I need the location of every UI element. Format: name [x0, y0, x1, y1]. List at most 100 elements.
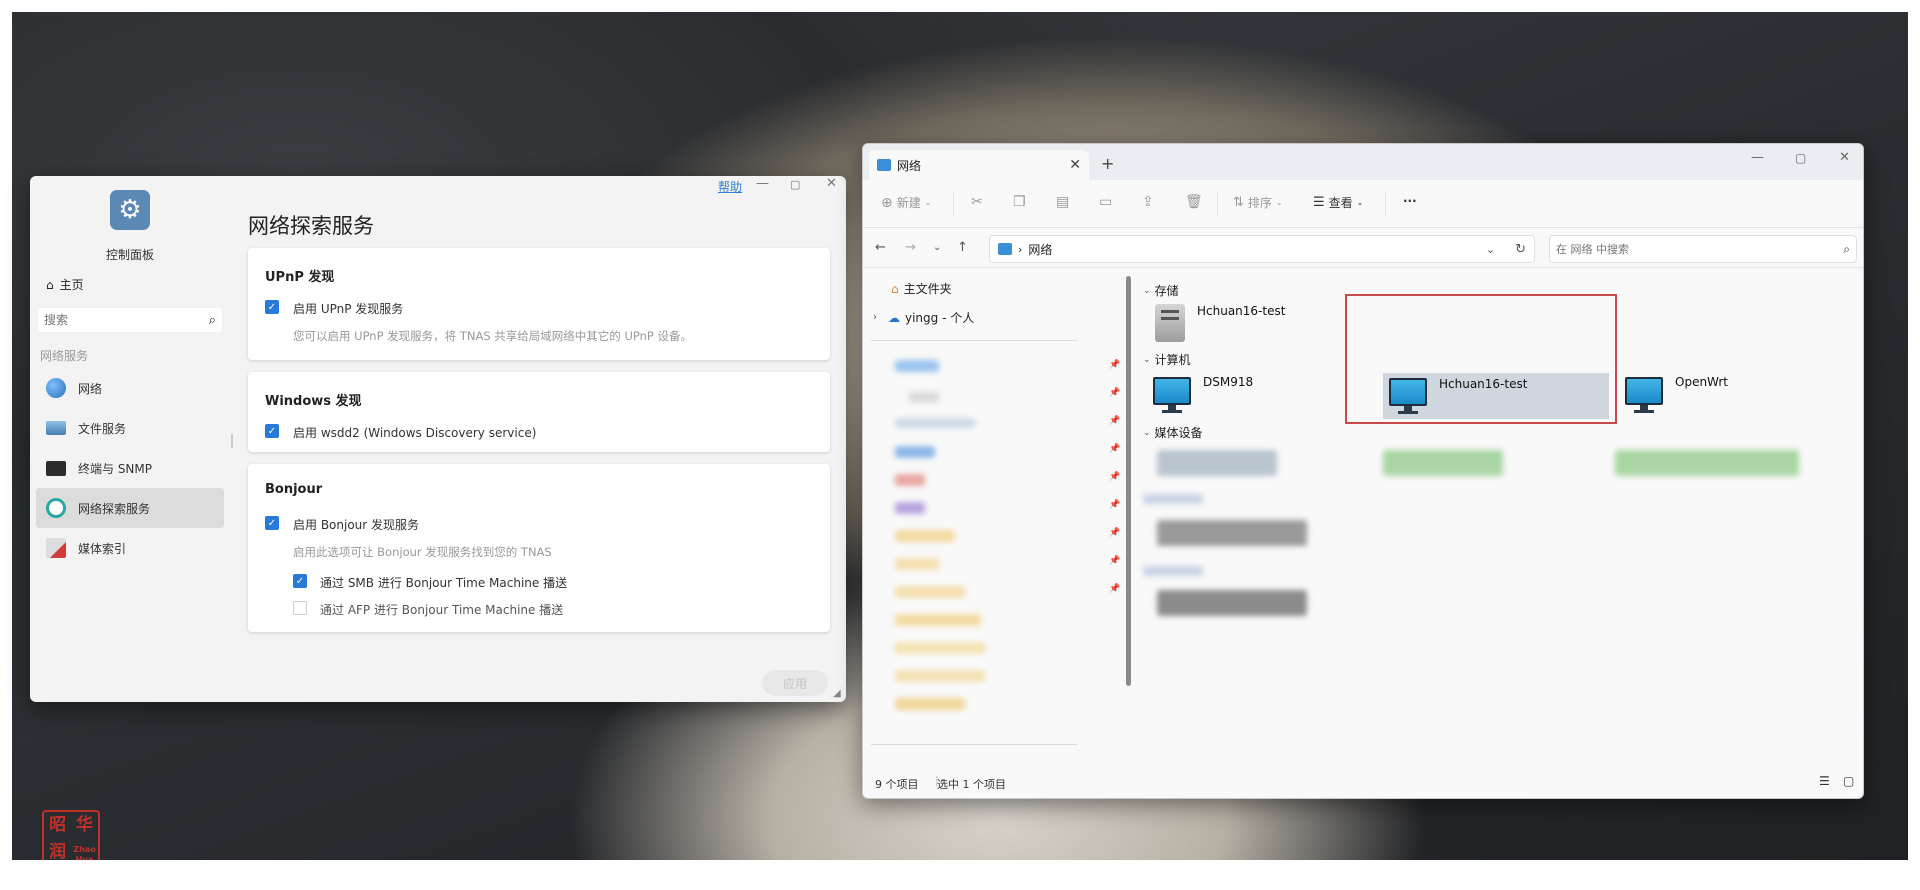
blurred-item — [1157, 590, 1307, 616]
copy-icon[interactable]: ❐ — [1013, 194, 1026, 210]
cut-icon[interactable]: ✂ — [971, 194, 983, 210]
home-link[interactable]: ⌂ 主页 — [46, 276, 84, 293]
afp-timemachine-checkbox[interactable] — [293, 601, 307, 615]
close-icon[interactable]: ✕ — [826, 176, 837, 191]
delete-icon[interactable]: 🗑 — [1185, 194, 1203, 210]
blurred-item — [1157, 520, 1307, 546]
minimize-icon[interactable]: — — [1751, 150, 1764, 165]
new-button[interactable]: ⊕ 新建 ⌄ — [881, 194, 931, 211]
file-explorer-window: 网络 ✕ + — ▢ ✕ ⊕ 新建 ⌄ ✂ ❐ ▤ ▭ ⇪ 🗑 ⇅ 排序 ⌄ ☰… — [862, 143, 1864, 799]
sidebar-item-file-services[interactable]: 文件服务 — [36, 408, 224, 448]
wsdd2-checkbox[interactable]: ✓ — [265, 424, 279, 438]
sidebar-search[interactable]: ⌕ — [38, 308, 222, 332]
close-icon[interactable]: ✕ — [1839, 150, 1850, 165]
sidebar-item-network-discovery[interactable]: 网络探索服务 — [36, 488, 224, 528]
back-arrow-icon[interactable]: ← — [875, 240, 886, 255]
share-icon[interactable]: ⇪ — [1142, 194, 1154, 210]
blurred-item — [909, 392, 939, 402]
rename-icon[interactable]: ▭ — [1099, 194, 1112, 210]
blurred-media-item — [1157, 450, 1277, 476]
afp-timemachine-label: 通过 AFP 进行 Bonjour Time Machine 播送 — [320, 603, 564, 617]
computer-item[interactable]: OpenWrt — [1619, 373, 1829, 417]
pin-icon[interactable]: 📌 — [1109, 444, 1120, 454]
address-bar[interactable]: › 网络 ⌄ ↻ — [989, 235, 1535, 263]
pin-icon[interactable]: 📌 — [1109, 360, 1120, 370]
tab-close-icon[interactable]: ✕ — [1069, 157, 1081, 173]
bonjour-hint: 启用此选项可让 Bonjour 发现服务找到您的 TNAS — [293, 545, 552, 559]
maximize-icon[interactable]: ▢ — [790, 178, 800, 191]
command-bar: ⊕ 新建 ⌄ ✂ ❐ ▤ ▭ ⇪ 🗑 ⇅ 排序 ⌄ ☰ 查看 ⌄ ··· — [863, 180, 1863, 228]
recent-chevron-icon[interactable]: ⌄ — [933, 242, 941, 253]
paste-icon[interactable]: ▤ — [1056, 194, 1069, 210]
group-media-devices[interactable]: ⌄ 媒体设备 — [1143, 424, 1203, 441]
sidebar-nav: 网络 文件服务 终端与 SNMP 网络探索服务 媒体索引 — [36, 368, 224, 568]
help-link[interactable]: 帮助 — [718, 178, 742, 195]
search-input[interactable] — [44, 313, 209, 327]
up-arrow-icon[interactable]: ↑ — [957, 240, 968, 255]
group-computers[interactable]: ⌄ 计算机 — [1143, 351, 1191, 368]
computer-item[interactable]: DSM918 — [1147, 373, 1357, 417]
group-storage[interactable]: ⌄ 存储 — [1143, 282, 1179, 299]
chevron-down-icon: ⌄ — [1143, 354, 1151, 365]
blurred-item — [895, 586, 965, 598]
blurred-media-item — [1383, 450, 1503, 476]
new-tab-icon[interactable]: + — [1101, 154, 1114, 173]
minimize-icon[interactable]: — — [756, 176, 769, 191]
pin-icon[interactable]: 📌 — [1109, 500, 1120, 510]
maximize-icon[interactable]: ▢ — [1795, 151, 1806, 165]
pin-icon[interactable]: 📌 — [1109, 416, 1120, 426]
explorer-search[interactable]: ⌕ — [1549, 235, 1857, 263]
address-dropdown-icon[interactable]: ⌄ — [1486, 243, 1495, 256]
pin-icon[interactable]: 📌 — [1109, 584, 1120, 594]
sidebar-scrollbar[interactable] — [231, 434, 233, 448]
globe-icon — [46, 378, 66, 398]
blurred-item — [895, 418, 975, 428]
blurred-item — [895, 642, 985, 654]
upnp-hint: 您可以启用 UPnP 发现服务，将 TNAS 共享给局域网络中其它的 UPnP … — [293, 329, 692, 343]
upnp-option-label: 启用 UPnP 发现服务 — [293, 302, 404, 316]
bonjour-checkbox[interactable]: ✓ — [265, 516, 279, 530]
blurred-item — [895, 614, 981, 626]
upnp-checkbox[interactable]: ✓ — [265, 300, 279, 314]
upnp-card: UPnP 发现 ✓ 启用 UPnP 发现服务 您可以启用 UPnP 发现服务，将… — [248, 248, 830, 360]
apply-button[interactable]: 应用 — [762, 670, 828, 696]
sidebar-item-network[interactable]: 网络 — [36, 368, 224, 408]
storage-item[interactable]: Hchuan16-test — [1149, 302, 1359, 344]
refresh-icon[interactable]: ↻ — [1515, 242, 1526, 257]
highlight-box — [1345, 294, 1617, 424]
sort-button[interactable]: ⇅ 排序 ⌄ — [1233, 194, 1283, 211]
pin-icon[interactable]: 📌 — [1109, 388, 1120, 398]
details-view-icon[interactable]: ☰ — [1819, 774, 1830, 788]
pin-icon[interactable]: 📌 — [1109, 556, 1120, 566]
item-count: 9 个项目 — [875, 778, 919, 791]
view-button[interactable]: ☰ 查看 ⌄ — [1313, 194, 1363, 211]
pin-icon[interactable]: 📌 — [1109, 472, 1120, 482]
search-icon[interactable]: ⌕ — [209, 313, 216, 328]
toolbar-divider — [1385, 192, 1386, 216]
chevron-down-icon: ⌄ — [1143, 285, 1151, 296]
tree-item-home[interactable]: ⌂ 主文件夹 — [891, 280, 952, 297]
chevron-down-icon: ⌄ — [924, 198, 932, 207]
chevron-down-icon: ⌄ — [1356, 198, 1364, 207]
resize-grip-icon[interactable]: ◢ — [833, 688, 841, 699]
plus-circle-icon: ⊕ — [881, 194, 893, 211]
blurred-item — [895, 670, 985, 682]
pin-icon[interactable]: 📌 — [1109, 528, 1120, 538]
tab-bar: 网络 ✕ + — ▢ ✕ — [863, 144, 1863, 180]
search-icon[interactable]: ⌕ — [1843, 242, 1850, 257]
breadcrumb[interactable]: 网络 — [1028, 241, 1052, 258]
smb-timemachine-checkbox[interactable]: ✓ — [293, 574, 307, 588]
forward-arrow-icon[interactable]: → — [905, 240, 916, 255]
navigation-scrollbar[interactable] — [1126, 276, 1131, 686]
breadcrumb-chevron-icon: › — [1018, 242, 1023, 256]
sidebar-item-terminal[interactable]: 终端与 SNMP — [36, 448, 224, 488]
bonjour-option-label: 启用 Bonjour 发现服务 — [293, 518, 420, 532]
more-options-button[interactable]: ··· — [1403, 194, 1417, 208]
page-title: 网络探索服务 — [248, 214, 374, 238]
home-icon: ⌂ — [46, 277, 54, 292]
sidebar-item-media-index[interactable]: 媒体索引 — [36, 528, 224, 568]
tree-item-onedrive[interactable]: › ☁ yingg - 个人 — [873, 309, 974, 326]
search-input[interactable] — [1556, 242, 1844, 256]
tiles-view-icon[interactable]: ▢ — [1843, 774, 1854, 788]
tab-network[interactable]: 网络 ✕ — [869, 150, 1089, 180]
